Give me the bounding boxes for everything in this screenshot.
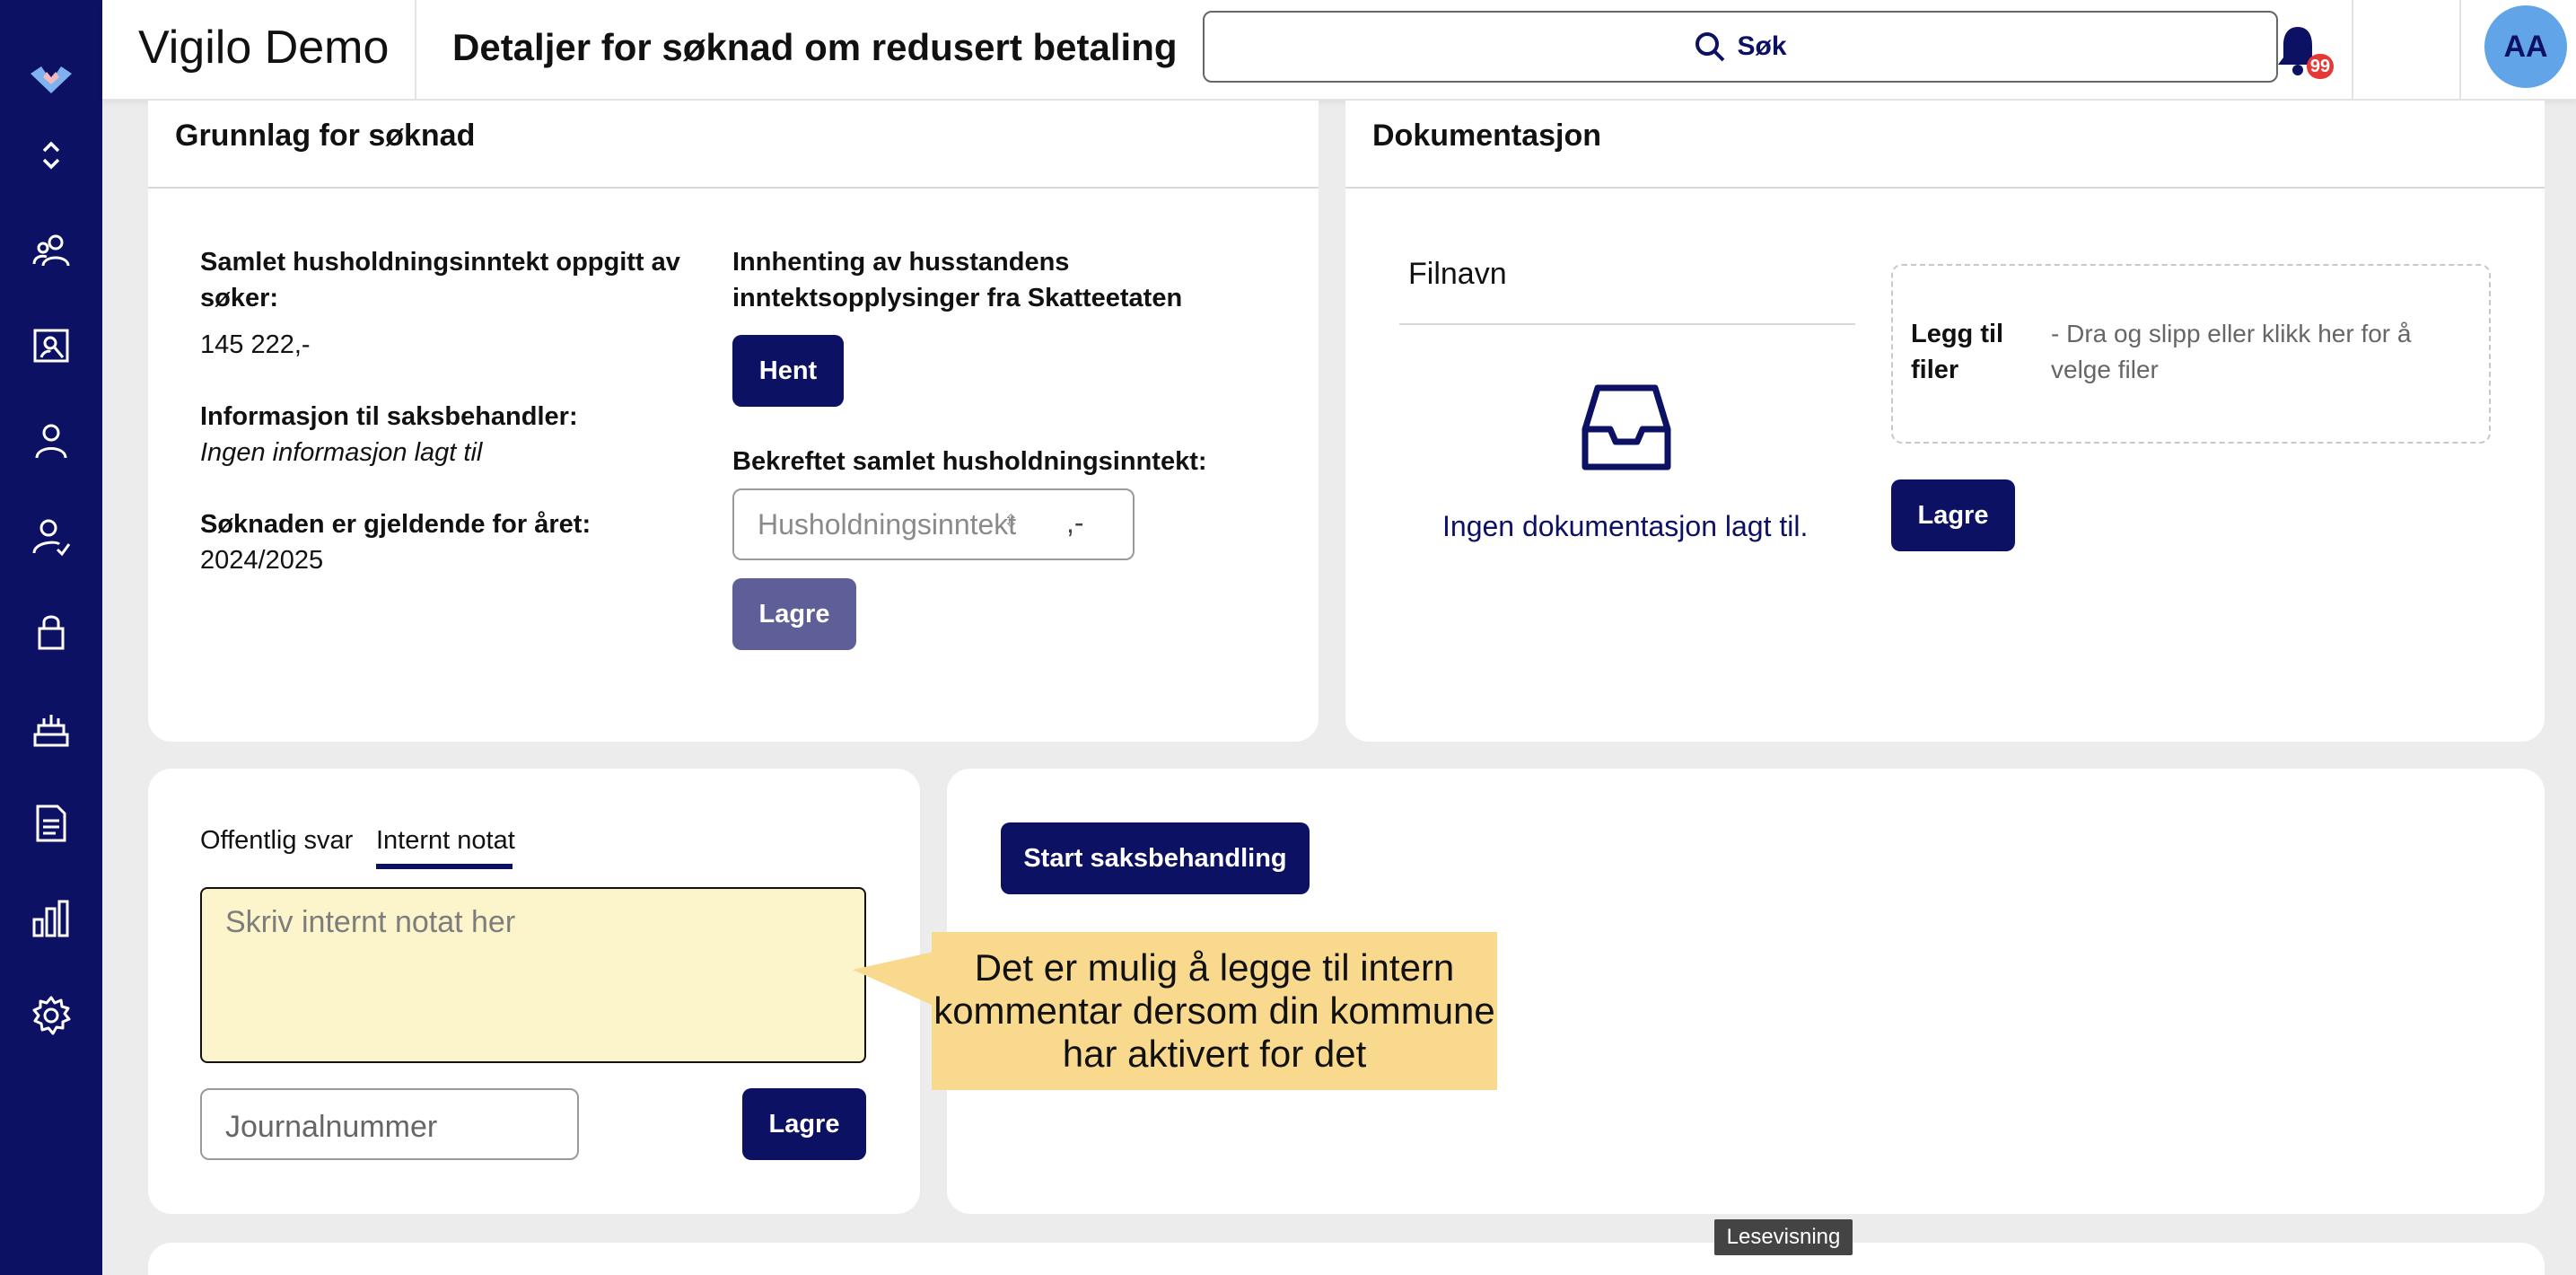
notes-card: Offentlig svar Internt notat Skriv inter…	[148, 769, 920, 1214]
year-label: Søknaden er gjeldende for året:	[200, 510, 591, 539]
no-documentation-text: Ingen dokumentasjon lagt til.	[1442, 510, 1809, 542]
confirmed-income-label: Bekreftet samlet husholdningsinntekt:	[732, 447, 1207, 476]
fetch-button[interactable]: Hent	[732, 335, 844, 407]
filename-column-header: Filnavn	[1408, 257, 1507, 291]
grunnlag-title: Grunnlag for søknad	[175, 119, 476, 153]
tooltip-arrow	[853, 952, 933, 1006]
search-icon	[1695, 32, 1725, 62]
header-divider	[2352, 0, 2353, 101]
guidance-tooltip: Det er mulig å legge til intern kommenta…	[932, 932, 1497, 1090]
notification-count-badge: 99	[2307, 54, 2334, 79]
dropzone-title: Legg til filer	[1911, 320, 2004, 384]
sidebar	[0, 0, 102, 1275]
card-header: Dokumentasjon	[1345, 101, 2545, 189]
currency-suffix: ,-	[1066, 506, 1084, 539]
person-check-icon[interactable]	[27, 512, 75, 560]
save-documentation-button[interactable]: Lagre	[1891, 479, 2015, 551]
expand-collapse-icon[interactable]	[27, 131, 75, 180]
card-header: Grunnlag for søknad	[148, 101, 1319, 189]
person-icon[interactable]	[27, 417, 75, 465]
income-value: 145 222,-	[200, 330, 311, 359]
people-icon[interactable]	[27, 226, 75, 275]
fetch-label: Innhenting av husstandens inntektsopplys…	[732, 248, 1183, 312]
top-header: Vigilo Demo Detaljer for søknad om redus…	[102, 0, 2576, 101]
confirmed-income-input[interactable]: Husholdningsinntekt ⇳ ,-	[732, 488, 1135, 560]
tab-public-answer[interactable]: Offentlig svar	[200, 826, 353, 856]
file-dropzone[interactable]: Legg til filer - Dra og slipp eller klik…	[1891, 264, 2491, 444]
tab-internal-note[interactable]: Internt notat	[376, 826, 515, 856]
search-label: Søk	[1737, 31, 1787, 61]
user-avatar[interactable]: AA	[2484, 5, 2567, 88]
header-divider	[2459, 0, 2461, 101]
info-label: Informasjon til saksbehandler:	[200, 402, 578, 431]
bar-chart-icon[interactable]	[27, 894, 75, 943]
vigilo-logo[interactable]	[27, 54, 75, 102]
save-income-button[interactable]: Lagre	[732, 578, 856, 650]
document-icon[interactable]	[27, 799, 75, 848]
settings-icon[interactable]	[27, 991, 75, 1040]
internal-note-textarea[interactable]: Skriv internt notat her	[200, 887, 866, 1063]
dokumentasjon-card: Dokumentasjon Filnavn Ingen dokumentasjo…	[1345, 101, 2545, 742]
read-mode-label: Lesevisning	[1714, 1219, 1853, 1255]
journal-number-input[interactable]: Journalnummer	[200, 1088, 579, 1160]
cake-icon[interactable]	[27, 704, 75, 752]
save-note-button[interactable]: Lagre	[742, 1088, 866, 1160]
note-placeholder: Skriv internt notat her	[225, 905, 516, 939]
start-processing-button[interactable]: Start saksbehandling	[1001, 822, 1310, 894]
app-title[interactable]: Vigilo Demo	[138, 0, 389, 101]
next-section-card	[148, 1243, 2545, 1275]
inbox-icon	[1582, 384, 1671, 470]
lock-icon[interactable]	[27, 607, 75, 655]
header-divider	[415, 0, 416, 101]
search-button[interactable]: Søk	[1203, 11, 2278, 83]
search-person-icon[interactable]	[27, 321, 75, 370]
info-value: Ingen informasjon lagt til	[200, 438, 483, 467]
grunnlag-card: Grunnlag for søknad Samlet husholdningsi…	[148, 101, 1319, 742]
active-tab-indicator	[376, 864, 513, 869]
dropzone-text: - Dra og slipp eller klikk her for å vel…	[2051, 320, 2412, 383]
journal-placeholder: Journalnummer	[225, 1110, 438, 1144]
dokumentasjon-title: Dokumentasjon	[1372, 119, 1602, 153]
year-value: 2024/2025	[200, 546, 324, 575]
income-label: Samlet husholdningsinntekt oppgitt av sø…	[200, 248, 680, 312]
file-list-divider	[1399, 323, 1855, 325]
confirmed-income-placeholder: Husholdningsinntekt	[758, 508, 1017, 541]
page-title: Detaljer for søknad om redusert betaling	[452, 26, 1178, 68]
number-spinner-icon[interactable]: ⇳	[1003, 510, 1019, 532]
